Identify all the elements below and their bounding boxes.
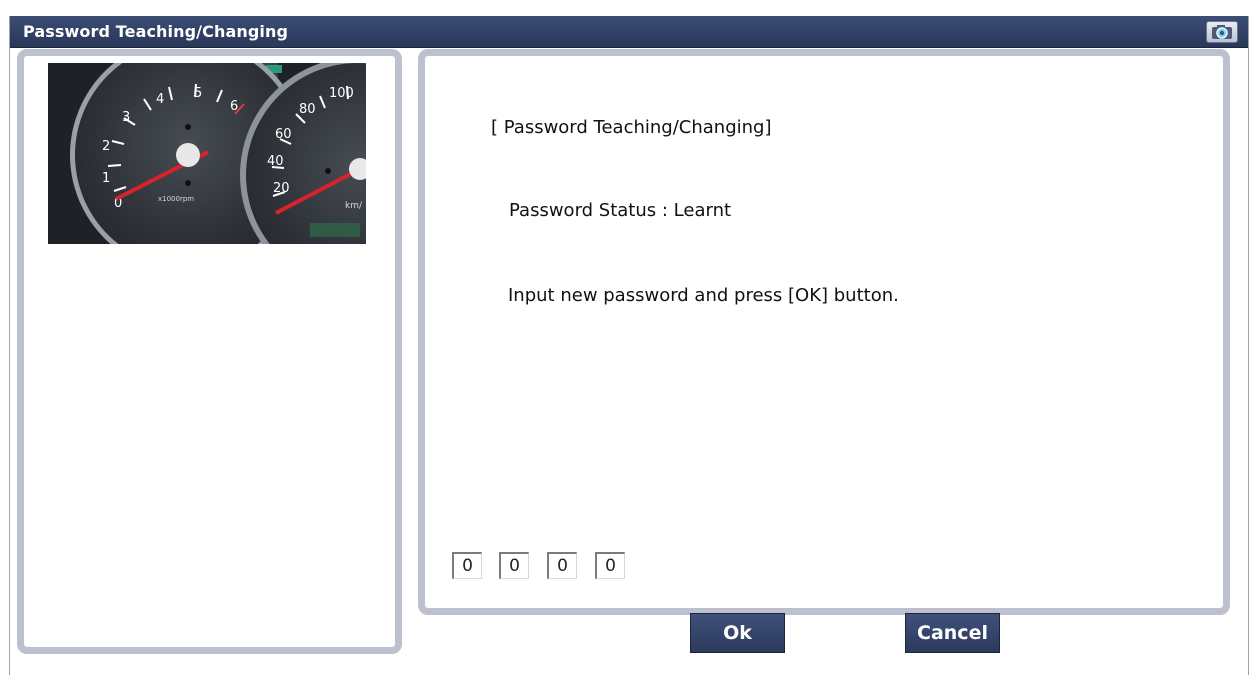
tach-label-2: 2 bbox=[102, 139, 110, 154]
title-bar: Password Teaching/Changing bbox=[10, 16, 1248, 48]
cancel-button[interactable]: Cancel bbox=[905, 613, 1000, 653]
speedo-label-80: 80 bbox=[299, 102, 316, 117]
instrument-cluster-image: 0 1 2 3 4 5 6 x1000rpm 20 40 60 80 100 k… bbox=[48, 63, 366, 244]
speedo-label-40: 40 bbox=[267, 154, 284, 169]
password-digit-3[interactable] bbox=[547, 552, 577, 579]
speedo-label-100: 100 bbox=[329, 86, 354, 101]
instruction-text: Input new password and press [OK] button… bbox=[508, 285, 899, 306]
speedo-label-60: 60 bbox=[275, 127, 292, 142]
tach-label-1: 1 bbox=[102, 171, 110, 186]
window-title: Password Teaching/Changing bbox=[23, 22, 289, 41]
odometer-display bbox=[310, 223, 360, 237]
speedo-label-20: 20 bbox=[273, 181, 290, 196]
tach-label-6: 6 bbox=[230, 99, 238, 114]
camera-icon-glyph bbox=[1212, 25, 1232, 39]
tach-unit: x1000rpm bbox=[158, 195, 194, 203]
password-status: Password Status : Learnt bbox=[509, 200, 732, 221]
password-digit-1[interactable] bbox=[452, 552, 482, 579]
tach-label-3: 3 bbox=[122, 110, 130, 125]
tach-label-4: 4 bbox=[156, 92, 164, 107]
password-digit-4[interactable] bbox=[595, 552, 625, 579]
tach-hub bbox=[176, 143, 200, 167]
ok-button[interactable]: Ok bbox=[690, 613, 785, 653]
content-heading: [ Password Teaching/Changing] bbox=[491, 117, 772, 138]
speedo-unit: km/ bbox=[345, 201, 363, 211]
gauge-illustration: 0 1 2 3 4 5 6 x1000rpm 20 40 60 80 100 k… bbox=[48, 63, 366, 244]
camera-icon[interactable] bbox=[1206, 21, 1238, 43]
password-digit-2[interactable] bbox=[499, 552, 529, 579]
tach-label-5: 5 bbox=[194, 86, 202, 101]
